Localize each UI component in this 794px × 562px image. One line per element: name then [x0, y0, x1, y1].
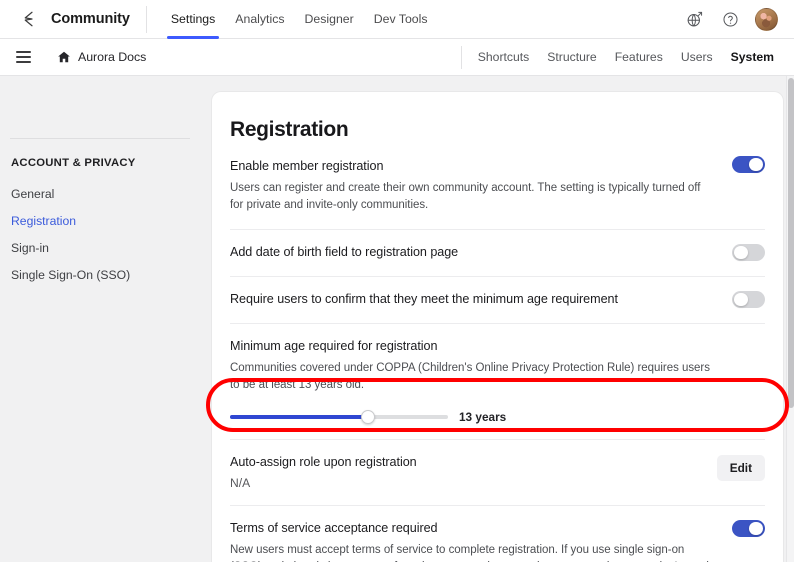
toggle-date-of-birth[interactable]	[732, 244, 765, 262]
home-icon[interactable]	[57, 50, 71, 64]
auto-assign-role-value: N/A	[230, 476, 251, 491]
setting-label: Minimum age required for registration	[230, 339, 438, 354]
toggle-knob	[749, 157, 763, 172]
sidebar-item-sign-in[interactable]: Sign-in	[0, 234, 196, 261]
globe-external-link-icon[interactable]	[683, 8, 705, 30]
body-area: ACCOUNT & PRIVACY General Registration S…	[0, 76, 794, 562]
edit-auto-assign-role-button[interactable]: Edit	[716, 455, 765, 482]
setting-row-auto-assign-role: Auto-assign role upon registration N/A E…	[230, 439, 765, 505]
setting-label: Require users to confirm that they meet …	[230, 292, 618, 307]
slider-thumb[interactable]	[361, 410, 376, 425]
toggle-confirm-minimum-age[interactable]	[732, 291, 765, 309]
setting-label: Enable member registration	[230, 159, 384, 173]
sidebar-item-single-sign-on[interactable]: Single Sign-On (SSO)	[0, 261, 196, 288]
setting-label: Terms of service acceptance required	[230, 521, 438, 536]
setting-label: Add date of birth field to registration …	[230, 245, 459, 260]
minimum-age-slider-wrap: 13 years	[230, 410, 765, 425]
settings-card: Registration Enable member registration …	[212, 92, 783, 562]
scrollbar-thumb[interactable]	[788, 78, 794, 408]
setting-label: Auto-assign role upon registration	[230, 455, 417, 470]
settings-sidebar: ACCOUNT & PRIVACY General Registration S…	[0, 76, 196, 562]
tab-settings[interactable]: Settings	[161, 0, 225, 39]
top-navigation-bar: Community Settings Analytics Designer De…	[0, 0, 794, 39]
setting-row-enable-member-registration: Enable member registration Users can reg…	[230, 142, 765, 229]
page-scrollbar[interactable]	[786, 76, 794, 562]
sidebar-divider	[10, 138, 190, 139]
tab-designer[interactable]: Designer	[295, 0, 364, 39]
toggle-knob	[749, 521, 763, 536]
setting-description: Communities covered under COPPA (Childre…	[230, 362, 710, 392]
main-nav: Settings Analytics Designer Dev Tools	[161, 0, 438, 39]
subnav-item-shortcuts[interactable]: Shortcuts	[478, 50, 529, 64]
space-name[interactable]: Aurora Docs	[78, 50, 146, 64]
subbar-divider	[460, 45, 462, 69]
tab-dev-tools[interactable]: Dev Tools	[364, 0, 438, 39]
minimum-age-slider[interactable]	[230, 410, 448, 425]
toggle-knob	[733, 245, 748, 260]
settings-page: Community Settings Analytics Designer De…	[0, 0, 794, 562]
brand-divider	[145, 5, 147, 33]
tab-analytics[interactable]: Analytics	[225, 0, 294, 39]
subnav-item-users[interactable]: Users	[681, 50, 713, 64]
toggle-enable-member-registration[interactable]	[732, 156, 765, 173]
hamburger-menu-icon[interactable]	[16, 46, 38, 68]
setting-row-date-of-birth: Add date of birth field to registration …	[230, 229, 765, 276]
sidebar-item-general[interactable]: General	[0, 180, 196, 207]
sidebar-list: General Registration Sign-in Single Sign…	[0, 180, 196, 288]
setting-description: Users can register and create their own …	[230, 182, 701, 212]
toggle-knob	[733, 292, 748, 307]
avatar[interactable]	[755, 7, 778, 31]
setting-row-minimum-age: Minimum age required for registration Co…	[230, 323, 765, 439]
slider-value-label: 13 years	[459, 410, 507, 425]
subnav-item-structure[interactable]: Structure	[547, 50, 596, 64]
setting-description: New users must accept terms of service t…	[230, 544, 709, 562]
space-navigation-bar: Aurora Docs Shortcuts Structure Features…	[0, 39, 794, 76]
page-title: Registration	[230, 118, 349, 141]
setting-row-terms-of-service: Terms of service acceptance required New…	[230, 505, 765, 562]
slider-fill	[230, 415, 369, 420]
subnav-item-features[interactable]: Features	[615, 50, 663, 64]
topbar-actions	[683, 7, 782, 31]
brand-name: Community	[51, 11, 130, 27]
sidebar-item-registration[interactable]: Registration	[0, 207, 196, 234]
help-question-icon[interactable]	[719, 8, 741, 30]
subnav-item-system[interactable]: System	[731, 50, 774, 64]
toggle-terms-of-service[interactable]	[732, 520, 765, 538]
space-sub-nav: Shortcuts Structure Features Users Syste…	[478, 50, 780, 64]
sidebar-group-title: ACCOUNT & PRIVACY	[11, 157, 136, 169]
setting-row-confirm-minimum-age: Require users to confirm that they meet …	[230, 276, 765, 323]
community-logo-icon[interactable]	[18, 8, 40, 30]
